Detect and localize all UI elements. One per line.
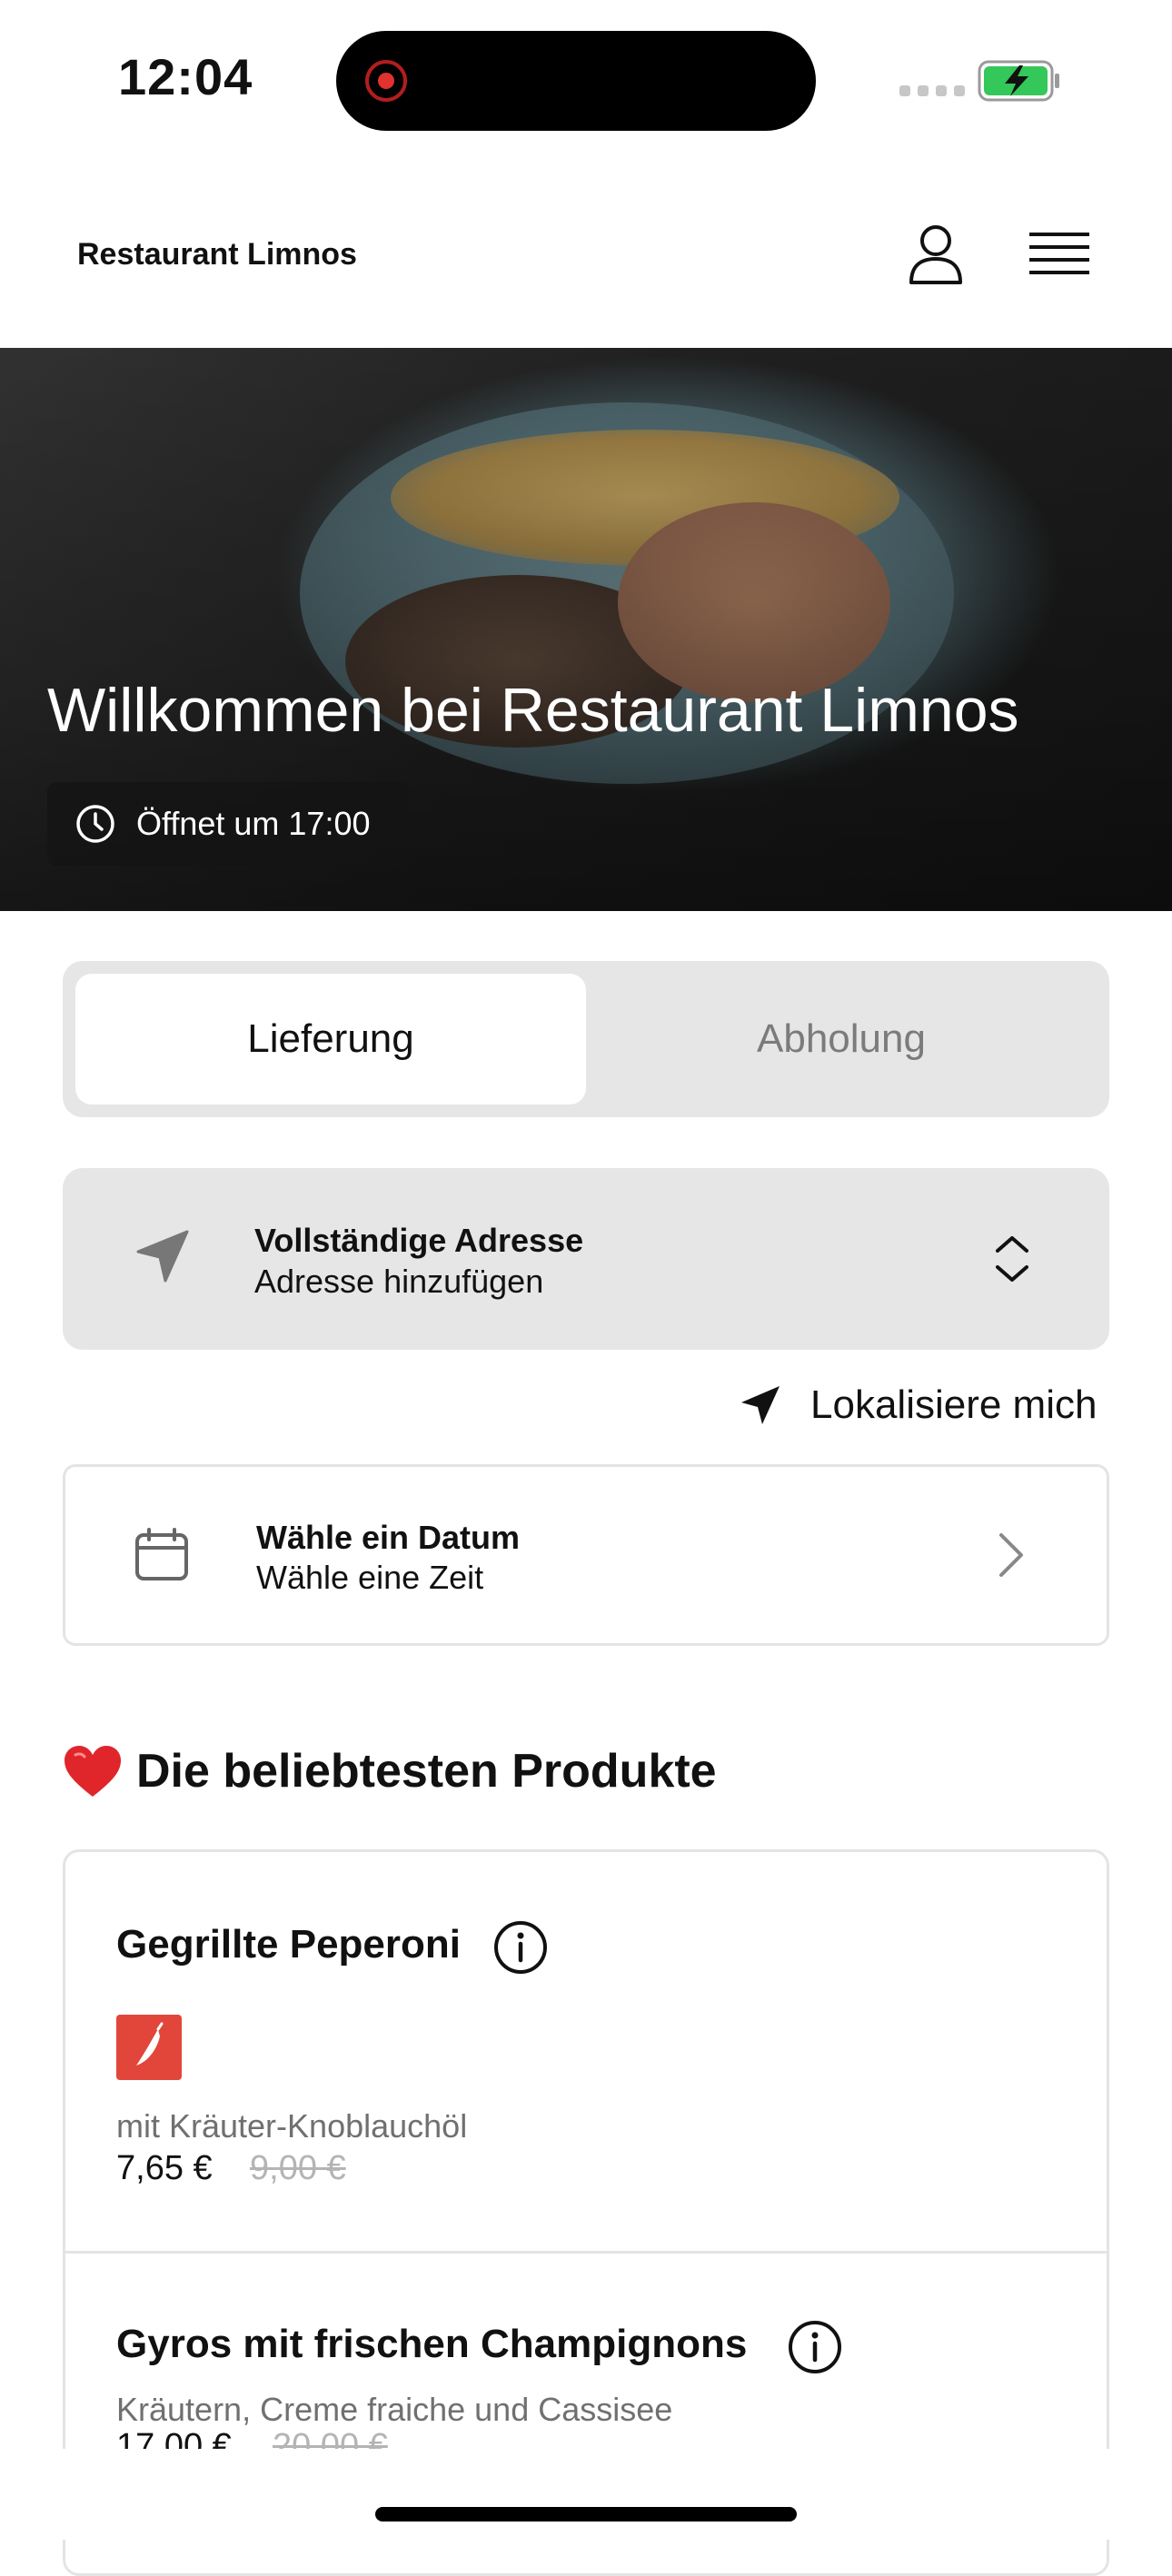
opening-hours-badge: Öffnet um 17:00 [47,782,409,866]
product-price: 17,00 € [116,2427,232,2449]
chevron-right-icon [999,1533,1023,1577]
dynamic-island [336,31,816,131]
status-time: 12:04 [118,48,253,105]
date-title: Wähle ein Datum [256,1519,521,1556]
location-arrow-icon [136,1230,189,1283]
opening-hours-text: Öffnet um 17:00 [136,805,371,842]
date-time-selector[interactable] [63,1464,1109,1646]
locate-me-link[interactable]: Lokalisiere mich [810,1382,1097,1428]
bottom-safe-area [0,2449,1172,2540]
product-price: 7,65 € [116,2149,213,2187]
address-subtitle: Adresse hinzufügen [254,1263,544,1300]
heart-icon [65,1746,121,1797]
product-name[interactable]: Gyros mit frischen Champignons [116,2322,747,2367]
divider [63,2251,1109,2254]
popular-products-heading: Die beliebtesten Produkte [136,1745,717,1798]
chili-pepper-icon [136,2022,164,2066]
user-account-icon[interactable] [904,223,968,286]
address-selector[interactable] [63,1168,1109,1350]
product-description: Kräutern, Creme fraiche und Cassisee [116,2391,673,2428]
cellular-signal-icon [899,85,965,96]
tab-delivery[interactable]: Lieferung [75,974,586,1105]
hero-title: Willkommen bei Restaurant Limnos [47,676,1019,745]
product-old-price: 20,00 € [273,2427,388,2449]
locate-arrow-icon[interactable] [738,1382,783,1428]
battery-charging-icon [978,60,1059,102]
product-name[interactable]: Gegrillte Peperoni [116,1922,461,1967]
product-price-row: 17,00 € 20,00 € [116,2427,752,2449]
hamburger-menu-icon[interactable] [1029,227,1089,282]
time-subtitle: Wähle eine Zeit [256,1559,484,1596]
tab-pickup[interactable]: Abholung [586,974,1097,1105]
restaurant-name[interactable]: Restaurant Limnos [77,237,357,272]
chevron-up-down-icon[interactable] [990,1231,1034,1287]
spicy-badge [116,2015,182,2080]
hero-banner: Willkommen bei Restaurant Limnos Öffnet … [0,348,1172,911]
home-indicator[interactable] [375,2507,797,2522]
product-description: mit Kräuter-Knoblauchöl [116,2107,468,2145]
product-old-price: 9,00 € [250,2149,346,2187]
clock-icon [76,805,114,843]
calendar-icon [135,1528,188,1580]
address-title: Vollständige Adresse [254,1222,584,1259]
info-icon[interactable] [493,1920,548,1975]
info-icon[interactable] [788,2320,842,2374]
recording-indicator-icon [365,60,407,102]
